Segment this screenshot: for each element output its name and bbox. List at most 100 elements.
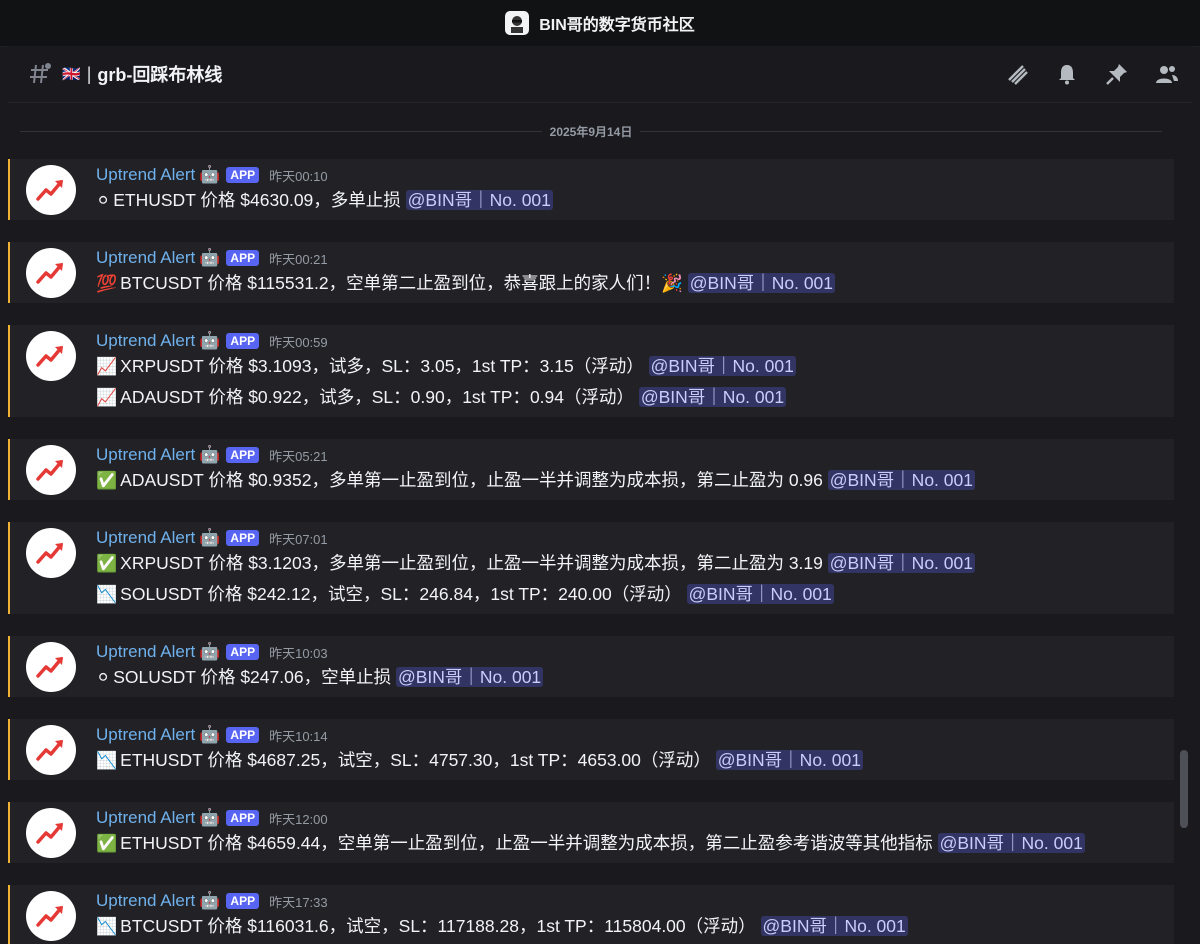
status-emoji-icon: 💯	[96, 274, 118, 293]
message-list[interactable]: 2025年9月14日 Uptrend Alert 🤖 APP 昨天00:10 ⚪ ETHU…	[8, 103, 1174, 944]
threads-icon[interactable]	[1004, 61, 1030, 87]
bell-icon[interactable]	[1054, 61, 1080, 87]
robot-icon: 🤖	[199, 642, 221, 661]
channel-name: grb-回踩布林线	[97, 65, 223, 85]
pin-icon[interactable]	[1104, 61, 1130, 87]
message-content: ⚪ SOLUSDT 价格 $247.06，空单止损 @BIN哥｜No. 001	[96, 664, 1174, 691]
author-name[interactable]: Uptrend Alert	[96, 248, 195, 268]
bot-avatar[interactable]	[26, 165, 76, 215]
uptrend-chart-icon	[36, 460, 63, 481]
message-timestamp[interactable]: 昨天07:01	[269, 529, 328, 548]
message-content: 📉 ETHUSDT 价格 $4687.25，试空，SL：4757.30，1st T…	[96, 747, 1174, 774]
message-text: BTCUSDT 价格 $115531.2，空单第二止盈到位，恭喜跟上的家人们！🎉	[120, 273, 688, 293]
uptrend-chart-icon	[36, 823, 63, 844]
message-text: XRPUSDT 价格 $3.1203，多单第一止盈到位，止盈一半并调整为成本损，…	[120, 553, 828, 573]
uptrend-chart-icon	[36, 906, 63, 927]
status-emoji-icon: ⚪	[96, 191, 111, 210]
message[interactable]: Uptrend Alert 🤖 APP 昨天10:14 📉 ETHUSDT 价格 $468…	[8, 719, 1174, 780]
user-mention[interactable]: @BIN哥｜No. 001	[715, 750, 863, 770]
author-name[interactable]: Uptrend Alert	[96, 331, 195, 351]
author-name[interactable]: Uptrend Alert	[96, 445, 195, 465]
user-mention[interactable]: @BIN哥｜No. 001	[760, 916, 908, 936]
uptrend-chart-icon	[36, 346, 63, 367]
status-emoji-icon: ✅	[96, 471, 118, 490]
message-text: ETHUSDT 价格 $4630.09，多单止损	[113, 190, 406, 210]
author-name[interactable]: Uptrend Alert	[96, 165, 195, 185]
bot-avatar[interactable]	[26, 808, 76, 858]
uptrend-chart-icon	[36, 657, 63, 678]
bot-avatar[interactable]	[26, 445, 76, 495]
message-timestamp[interactable]: 昨天17:33	[269, 892, 328, 911]
author-name[interactable]: Uptrend Alert	[96, 725, 195, 745]
message-content: 📉 SOLUSDT 价格 $242.12，试空，SL：246.84，1st TP：…	[96, 581, 1174, 608]
message-text: ETHUSDT 价格 $4659.44，空单第一止盈到位，止盈一半并调整为成本损…	[120, 833, 938, 853]
author-name[interactable]: Uptrend Alert	[96, 808, 195, 828]
bot-avatar[interactable]	[26, 891, 76, 941]
bot-avatar[interactable]	[26, 642, 76, 692]
robot-icon: 🤖	[199, 725, 221, 744]
status-emoji-icon: 📈	[96, 357, 118, 376]
server-avatar	[505, 11, 530, 35]
message-timestamp[interactable]: 昨天10:03	[269, 643, 328, 662]
scrollbar-thumb[interactable]	[1180, 750, 1188, 828]
app-badge: APP	[226, 447, 260, 463]
uptrend-chart-icon	[36, 740, 63, 761]
robot-icon: 🤖	[199, 891, 221, 910]
user-mention[interactable]: @BIN哥｜No. 001	[827, 470, 975, 490]
message-timestamp[interactable]: 昨天00:59	[269, 332, 328, 351]
message[interactable]: Uptrend Alert 🤖 APP 昨天12:00 ✅ ETHUSDT 价格 $465…	[8, 802, 1174, 863]
user-mention[interactable]: @BIN哥｜No. 001	[686, 584, 834, 604]
message-text: SOLUSDT 价格 $247.06，空单止损	[113, 667, 396, 687]
date-divider-label: 2025年9月14日	[541, 122, 641, 140]
bot-avatar[interactable]	[26, 725, 76, 775]
message-text: ETHUSDT 价格 $4687.25，试空，SL：4757.30，1st TP…	[120, 750, 716, 770]
user-mention[interactable]: @BIN哥｜No. 001	[395, 667, 544, 687]
message[interactable]: Uptrend Alert 🤖 APP 昨天17:33 📉 BTCUSDT 价格 $116…	[8, 885, 1174, 944]
message-header: Uptrend Alert 🤖 APP 昨天00:21	[96, 248, 1174, 268]
app-badge: APP	[226, 333, 260, 349]
author-name[interactable]: Uptrend Alert	[96, 642, 195, 662]
user-mention[interactable]: @BIN哥｜No. 001	[638, 387, 787, 407]
status-emoji-icon: ⚪	[96, 668, 111, 687]
message-text: XRPUSDT 价格 $3.1093，试多，SL：3.05，1st TP：3.1…	[120, 356, 649, 376]
user-mention[interactable]: @BIN哥｜No. 001	[937, 833, 1085, 853]
app-badge: APP	[226, 727, 260, 743]
message-timestamp[interactable]: 昨天10:14	[269, 726, 328, 745]
app-badge: APP	[226, 644, 260, 660]
app-badge: APP	[226, 167, 260, 183]
robot-icon: 🤖	[199, 808, 221, 827]
app-badge: APP	[226, 810, 260, 826]
message[interactable]: Uptrend Alert 🤖 APP 昨天00:10 ⚪ ETHUSDT 价格 $463…	[8, 159, 1174, 220]
user-mention[interactable]: @BIN哥｜No. 001	[827, 553, 975, 573]
members-icon[interactable]	[1154, 61, 1180, 87]
bot-avatar[interactable]	[26, 248, 76, 298]
message[interactable]: Uptrend Alert 🤖 APP 昨天05:21 ✅ ADAUSDT 价格 $0.9…	[8, 439, 1174, 500]
message[interactable]: Uptrend Alert 🤖 APP 昨天00:59 📈 XRPUSDT 价格 $3.1…	[8, 325, 1174, 417]
message-text: ADAUSDT 价格 $0.9352，多单第一止盈到位，止盈一半并调整为成本损，…	[120, 470, 828, 490]
message[interactable]: Uptrend Alert 🤖 APP 昨天10:03 ⚪ SOLUSDT 价格 $247…	[8, 636, 1174, 697]
user-mention[interactable]: @BIN哥｜No. 001	[405, 190, 553, 210]
channel-separator: |	[86, 63, 92, 84]
author-name[interactable]: Uptrend Alert	[96, 891, 195, 911]
message-header: Uptrend Alert 🤖 APP 昨天17:33	[96, 891, 1174, 911]
message-timestamp[interactable]: 昨天12:00	[269, 809, 328, 828]
message-header: Uptrend Alert 🤖 APP 昨天05:21	[96, 445, 1174, 465]
user-mention[interactable]: @BIN哥｜No. 001	[648, 356, 796, 376]
message-container: Uptrend Alert 🤖 APP 昨天00:10 ⚪ ETHUSDT 价格 $463…	[8, 159, 1174, 944]
message-timestamp[interactable]: 昨天05:21	[269, 446, 328, 465]
message-content: ⚪ ETHUSDT 价格 $4630.09，多单止损 @BIN哥｜No. 001	[96, 187, 1174, 214]
status-emoji-icon: ✅	[96, 554, 118, 573]
status-emoji-icon: ✅	[96, 834, 118, 853]
bot-avatar[interactable]	[26, 331, 76, 381]
app-badge: APP	[226, 530, 260, 546]
message-text: SOLUSDT 价格 $242.12，试空，SL：246.84，1st TP：2…	[120, 584, 687, 604]
user-mention[interactable]: @BIN哥｜No. 001	[687, 273, 836, 293]
author-name[interactable]: Uptrend Alert	[96, 528, 195, 548]
message[interactable]: Uptrend Alert 🤖 APP 昨天00:21 💯 BTCUSDT 价格 $115…	[8, 242, 1174, 303]
bot-avatar[interactable]	[26, 528, 76, 578]
message-timestamp[interactable]: 昨天00:10	[269, 166, 328, 185]
message-timestamp[interactable]: 昨天00:21	[269, 249, 328, 268]
message-content: 📈 ADAUSDT 价格 $0.922，试多，SL：0.90，1st TP：0.9…	[96, 384, 1174, 411]
message[interactable]: Uptrend Alert 🤖 APP 昨天07:01 ✅ XRPUSDT 价格 $3.1…	[8, 522, 1174, 614]
channel-hash-icon	[28, 62, 52, 86]
